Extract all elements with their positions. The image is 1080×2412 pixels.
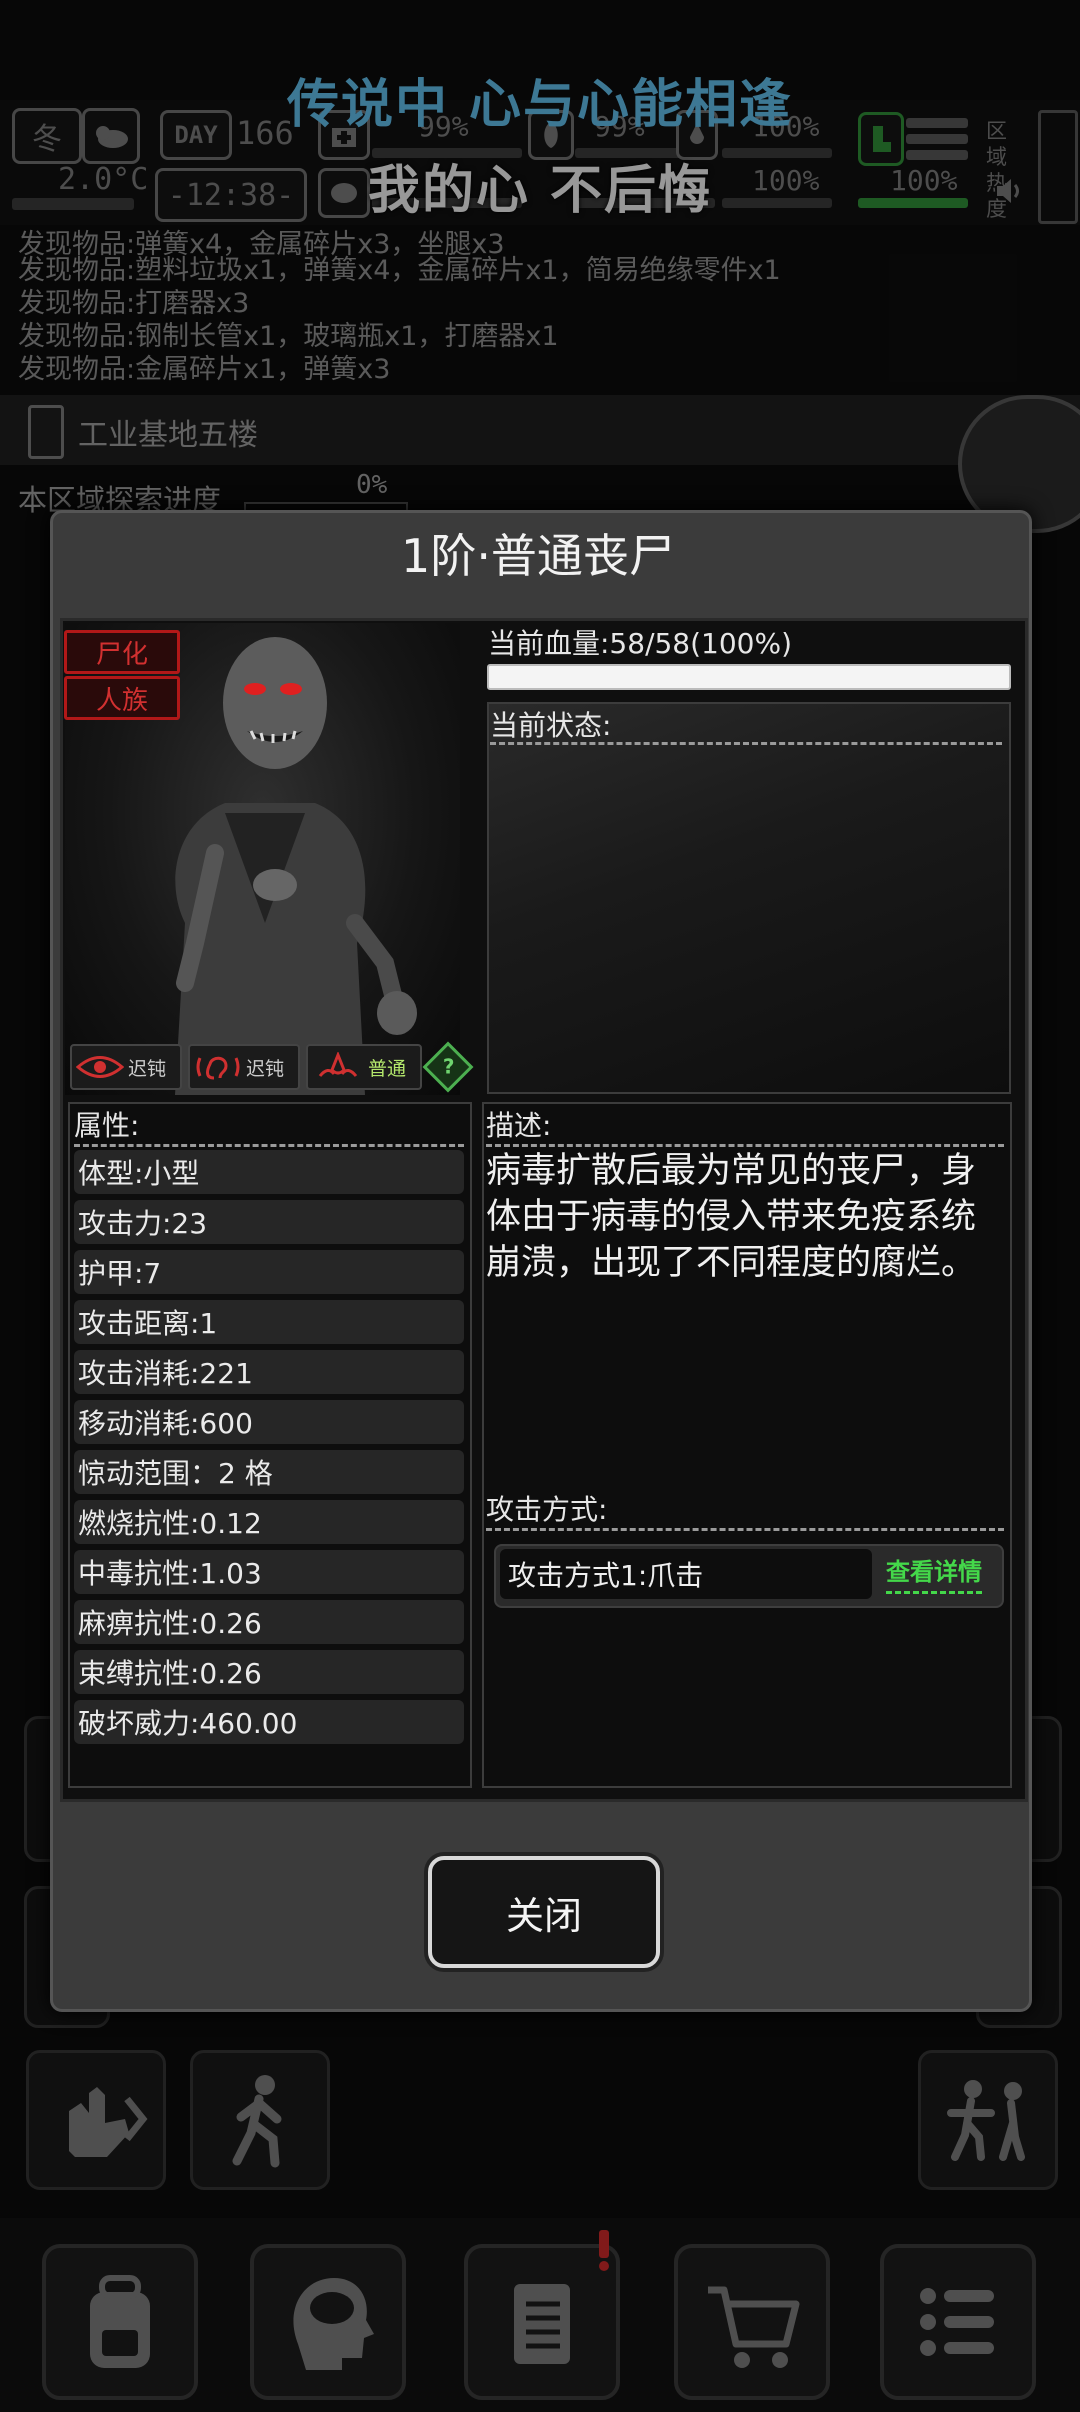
smell-sense-label: 普通 xyxy=(368,1057,407,1080)
sight-sense-label: 迟钝 xyxy=(128,1057,167,1080)
smell-sense: 普通 xyxy=(306,1044,422,1090)
nose-icon xyxy=(318,1052,358,1077)
attr-row: 攻击消耗:221 xyxy=(74,1350,464,1394)
hearing-sense: 迟钝 xyxy=(188,1044,300,1090)
attack-name: 攻击方式1:爪击 xyxy=(500,1549,872,1599)
attr-row: 惊动范围：2 格 xyxy=(74,1450,464,1494)
tag-human-race: 人族 xyxy=(64,676,180,720)
hearing-sense-label: 迟钝 xyxy=(246,1057,285,1080)
attributes-label: 属性: xyxy=(74,1109,140,1142)
status-panel xyxy=(487,702,1011,1094)
close-button[interactable]: 关闭 xyxy=(428,1856,660,1968)
status-divider xyxy=(490,742,1002,745)
attr-row: 护甲:7 xyxy=(74,1250,464,1294)
attr-row: 攻击距离:1 xyxy=(74,1300,464,1344)
ear-icon xyxy=(196,1056,240,1080)
attr-row: 中毒抗性:1.03 xyxy=(74,1550,464,1594)
attr-row: 体型:小型 xyxy=(74,1150,464,1194)
attr-row: 束缚抗性:0.26 xyxy=(74,1650,464,1694)
tag-zombified: 尸化 xyxy=(64,630,180,674)
current-hp-label: 当前血量:58/58(100%) xyxy=(488,627,793,660)
sight-sense: 迟钝 xyxy=(70,1044,182,1090)
attack-label: 攻击方式: xyxy=(486,1493,608,1526)
description-label: 描述: xyxy=(486,1109,552,1142)
attr-row: 燃烧抗性:0.12 xyxy=(74,1500,464,1544)
attr-row: 破坏威力:460.00 xyxy=(74,1700,464,1744)
description-divider xyxy=(486,1144,1004,1147)
attr-row: 麻痹抗性:0.26 xyxy=(74,1600,464,1644)
attributes-divider xyxy=(74,1144,464,1147)
description-text: 病毒扩散后最为常见的丧尸，身体由于病毒的侵入带来免疫系统崩溃，出现了不同程度的腐… xyxy=(486,1151,977,1283)
hp-bar xyxy=(487,664,1011,690)
eye-icon xyxy=(76,1056,124,1078)
attr-row: 移动消耗:600 xyxy=(74,1400,464,1444)
status-label: 当前状态: xyxy=(490,709,612,742)
dialog-title: 1阶·普通丧尸 xyxy=(401,529,675,583)
attack-detail-link[interactable]: 查看详情 xyxy=(886,1552,982,1594)
attr-row: 攻击力:23 xyxy=(74,1200,464,1244)
attack-divider xyxy=(486,1528,1004,1531)
